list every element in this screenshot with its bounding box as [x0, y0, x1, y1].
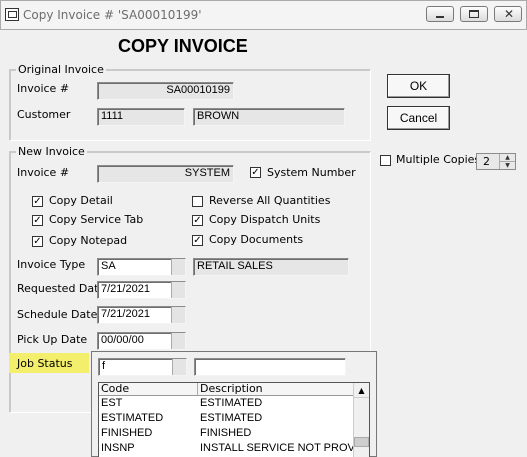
list-item-code: ESTIMATED [101, 412, 164, 424]
ok-button[interactable]: OK [387, 74, 450, 98]
reverse-all-quantities-checkbox[interactable] [192, 196, 203, 207]
pickup-date-label: Pick Up Date [17, 333, 88, 346]
invoice-type-description: RETAIL SALES [193, 258, 349, 276]
invoice-type-dropdown-button[interactable] [171, 259, 185, 275]
maximize-icon [469, 10, 479, 18]
multiple-copies-value: 2 [483, 155, 490, 168]
job-status-lookup-popup: f Code Description EST ESTIMATED ESTIMAT… [91, 351, 377, 457]
list-item[interactable]: FINISHED FINISHED [99, 426, 369, 441]
job-status-code-value: f [102, 360, 106, 372]
page-title: COPY INVOICE [118, 36, 248, 56]
list-item-code: EST [101, 397, 123, 409]
list-item[interactable]: INSNP INSTALL SERVICE NOT PROV [99, 441, 369, 456]
copy-documents-checkbox[interactable] [192, 235, 203, 246]
requested-date-field[interactable]: 7/21/2021 [97, 281, 186, 299]
list-scrollbar[interactable]: ▲ [353, 383, 369, 457]
list-item-description: FINISHED [200, 427, 252, 439]
list-item-description: ESTIMATED [200, 397, 263, 409]
app-icon [5, 8, 19, 21]
invoice-type-field[interactable]: SA [97, 258, 186, 276]
job-status-dropdown-button[interactable] [172, 359, 186, 375]
spinner-up-icon[interactable]: ▲ [499, 154, 515, 162]
list-item-description: ESTIMATED [200, 412, 263, 424]
job-status-code-input[interactable]: f [98, 358, 187, 376]
original-invoice-group-label: Original Invoice [16, 63, 106, 76]
pickup-date-picker-button[interactable] [171, 333, 185, 349]
new-invoice-label: Invoice # [17, 166, 70, 179]
copy-detail-label: Copy Detail [49, 194, 113, 207]
invoice-type-value: SA [101, 260, 116, 272]
copy-detail-checkbox[interactable] [32, 196, 43, 207]
scroll-up-icon[interactable]: ▲ [354, 383, 369, 398]
copy-notepad-label: Copy Notepad [49, 234, 128, 247]
multiple-copies-checkbox[interactable] [380, 155, 391, 166]
customer-name-field: BROWN [193, 108, 345, 126]
cancel-button[interactable]: Cancel [387, 106, 450, 130]
close-button[interactable]: ✕ [494, 6, 522, 22]
requested-date-label: Requested Date [17, 282, 106, 295]
job-status-label: Job Status [17, 357, 73, 370]
list-item-description: INSTALL SERVICE NOT PROV [200, 442, 355, 454]
minimize-button[interactable] [426, 6, 454, 22]
list-item-code: FINISHED [101, 427, 153, 439]
column-header-description[interactable]: Description [198, 383, 355, 396]
requested-date-value: 7/21/2021 [101, 283, 150, 295]
close-icon: ✕ [504, 7, 515, 21]
requested-date-picker-button[interactable] [171, 282, 185, 298]
list-item-code: INSNP [101, 442, 135, 454]
list-item[interactable]: EST ESTIMATED [99, 396, 369, 411]
pickup-date-field[interactable]: 00/00/00 [97, 332, 186, 350]
original-invoice-group [9, 69, 371, 141]
multiple-copies-spinner[interactable]: 2 ▲ ▼ [476, 153, 516, 170]
minimize-icon [436, 16, 444, 18]
reverse-all-quantities-label: Reverse All Quantities [209, 194, 331, 207]
window-title: Copy Invoice # 'SA00010199' [23, 8, 202, 22]
system-number-checkbox[interactable] [250, 167, 261, 178]
copy-service-tab-checkbox[interactable] [32, 215, 43, 226]
copy-dispatch-units-label: Copy Dispatch Units [209, 213, 321, 226]
maximize-button[interactable] [460, 6, 488, 22]
invoice-type-label: Invoice Type [17, 258, 86, 271]
schedule-date-picker-button[interactable] [171, 307, 185, 323]
copy-notepad-checkbox[interactable] [32, 236, 43, 247]
new-invoice-group-label: New Invoice [16, 145, 87, 158]
new-invoice-field: SYSTEM [97, 165, 234, 183]
copy-documents-label: Copy Documents [209, 233, 304, 246]
schedule-date-field[interactable]: 7/21/2021 [97, 306, 186, 324]
job-status-description-input[interactable] [194, 358, 346, 376]
column-header-code[interactable]: Code [99, 383, 198, 396]
customer-label: Customer [17, 108, 71, 121]
title-bar: Copy Invoice # 'SA00010199' ✕ [0, 0, 527, 30]
customer-id-field: 1111 [97, 108, 185, 126]
original-invoice-label: Invoice # [17, 82, 70, 95]
copy-service-tab-label: Copy Service Tab [49, 213, 144, 226]
multiple-copies-label: Multiple Copies [396, 153, 481, 166]
spinner-down-icon[interactable]: ▼ [499, 162, 515, 169]
job-status-list: Code Description EST ESTIMATED ESTIMATED… [98, 382, 370, 457]
pickup-date-value: 00/00/00 [101, 334, 144, 346]
list-header: Code Description [99, 383, 369, 396]
scroll-thumb[interactable] [354, 437, 369, 447]
schedule-date-label: Schedule Date [17, 308, 98, 321]
copy-dispatch-units-checkbox[interactable] [192, 215, 203, 226]
original-invoice-field: SA00010199 [97, 82, 234, 100]
system-number-label: System Number [267, 166, 356, 179]
schedule-date-value: 7/21/2021 [101, 308, 150, 320]
list-item[interactable]: ESTIMATED ESTIMATED [99, 411, 369, 426]
